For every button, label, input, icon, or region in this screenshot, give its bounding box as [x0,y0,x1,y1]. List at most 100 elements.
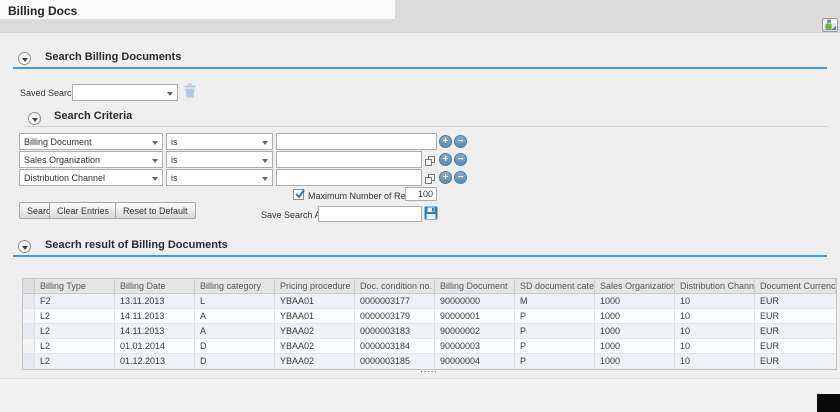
personalize-button[interactable] [822,18,838,32]
value-help-icon [424,173,436,185]
operator-select[interactable]: is [166,169,273,186]
table-cell: 0000003184 [355,339,435,353]
table-cell: A [195,309,275,323]
table-cell: 01.01.2014 [115,339,195,353]
remove-criteria-row-button[interactable]: − [454,171,467,184]
table-row[interactable]: F213.11.2013LYBAA01000000317790000000M10… [23,294,836,309]
footer-strip [0,378,840,412]
table-cell: YBAA02 [275,354,355,368]
search-section-title: Search Billing Documents [45,51,181,63]
table-cell: 14.11.2013 [115,309,195,323]
criteria-row: Billing Document is +− [19,133,479,150]
table-row[interactable]: L201.01.2014DYBAA02000000318490000003P10… [23,339,836,354]
operator-select-value: is [171,137,178,147]
field-select-value: Billing Document [24,137,92,147]
table-cell: L [195,294,275,308]
table-cell: 90000002 [435,324,515,338]
table-cell: 10 [675,309,755,323]
header-cell[interactable]: Sales Organization [595,279,675,293]
chevron-down-icon [152,177,158,181]
add-criteria-row-button[interactable]: + [439,135,452,148]
remove-criteria-row-button[interactable]: − [454,135,467,148]
remove-criteria-row-button[interactable]: − [454,153,467,166]
operator-select-value: is [171,155,178,165]
criteria-section-title: Search Criteria [54,110,132,122]
header-cell[interactable]: Distribution Channel [675,279,755,293]
header-cell[interactable]: Billing Date [115,279,195,293]
table-cell: P [515,309,595,323]
table-cell: L2 [35,354,115,368]
header-cell[interactable]: Pricing procedure [275,279,355,293]
clear-entries-button[interactable]: Clear Entries [49,202,117,219]
chevron-down-icon [152,141,158,145]
row-selector-cell[interactable] [23,339,35,353]
chevron-down-icon [32,118,38,122]
table-cell: 10 [675,354,755,368]
table-cell: 1000 [595,354,675,368]
add-criteria-row-button[interactable]: + [439,171,452,184]
operator-select[interactable]: is [166,151,273,168]
table-cell: 14.11.2013 [115,324,195,338]
header-cell[interactable]: Billing Document [435,279,515,293]
field-select[interactable]: Sales Organization [19,151,163,168]
value-help-icon [424,155,436,167]
value-input[interactable] [276,133,437,150]
checkmark-icon [294,188,306,200]
reset-to-default-button[interactable]: Reset to Default [115,202,196,219]
collapse-criteria-section-button[interactable] [28,112,41,125]
trash-icon [184,83,196,98]
table-cell: 13.11.2013 [115,294,195,308]
table-cell: A [195,324,275,338]
value-help-button[interactable] [424,172,436,184]
saved-searches-select[interactable] [72,84,178,101]
table-cell: D [195,354,275,368]
table-cell: L2 [35,339,115,353]
row-selector-header [23,279,35,293]
delete-saved-search-button[interactable] [184,83,196,103]
chevron-down-icon [262,141,268,145]
row-selector-cell[interactable] [23,294,35,308]
field-select[interactable]: Distribution Channel [19,169,163,186]
add-criteria-row-button[interactable]: + [439,153,452,166]
save-search-button[interactable] [424,206,438,225]
row-selector-cell[interactable] [23,324,35,338]
value-help-button[interactable] [424,154,436,166]
criteria-divider [24,126,828,127]
table-cell: P [515,339,595,353]
max-results-input[interactable] [405,187,437,201]
header-cell[interactable]: Doc. condition no. [355,279,435,293]
header-cell[interactable]: Billing category [195,279,275,293]
chevron-down-icon [152,159,158,163]
table-cell: 90000000 [435,294,515,308]
table-resize-handle[interactable]: ..... [404,364,454,374]
save-search-input[interactable] [318,206,422,222]
header-cell[interactable]: SD document categ. [515,279,595,293]
save-icon [424,206,438,220]
field-select[interactable]: Billing Document [19,133,163,150]
row-selector-cell[interactable] [23,309,35,323]
collapse-results-section-button[interactable] [18,240,31,253]
chevron-down-icon [167,92,173,96]
value-input[interactable] [276,151,422,168]
table-cell: YBAA02 [275,339,355,353]
table-cell: EUR [755,339,836,353]
table-cell: EUR [755,294,836,308]
page-title: Billing Docs [8,4,77,18]
results-table: Billing TypeBilling DateBilling category… [22,278,837,370]
table-cell: 1000 [595,309,675,323]
value-input[interactable] [276,169,422,186]
table-row[interactable]: L214.11.2013AYBAA02000000318390000002P10… [23,324,836,339]
results-section-title: Seacrh result of Billing Documents [45,239,228,251]
max-results-checkbox[interactable] [293,189,304,200]
section-divider [13,67,827,69]
chevron-down-icon [262,159,268,163]
header-cell[interactable]: Document Currency [755,279,836,293]
row-selector-cell[interactable] [23,354,35,368]
section-divider [13,255,827,257]
table-cell: 10 [675,324,755,338]
operator-select[interactable]: is [166,133,273,150]
header-cell[interactable]: Billing Type [35,279,115,293]
table-cell: EUR [755,324,836,338]
table-row[interactable]: L214.11.2013AYBAA01000000317990000001P10… [23,309,836,324]
collapse-search-section-button[interactable] [18,52,31,65]
